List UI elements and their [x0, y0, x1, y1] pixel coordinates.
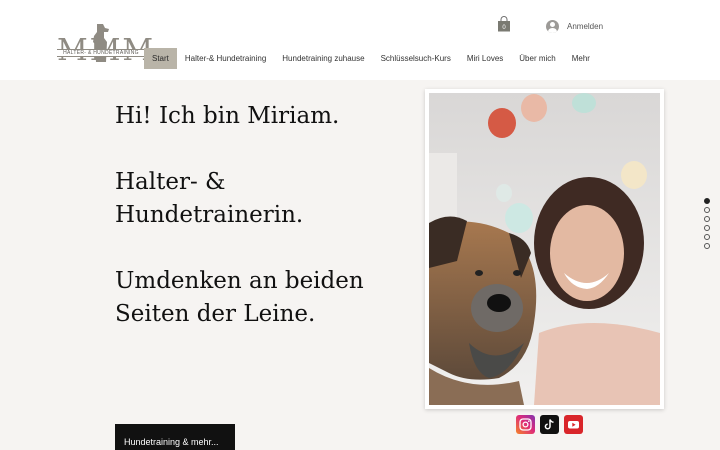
hero-photo-frame — [425, 89, 664, 409]
shopping-bag-icon[interactable]: 0 — [497, 16, 511, 32]
avatar-icon — [546, 19, 559, 33]
social-links — [516, 415, 583, 434]
slide-dot[interactable] — [704, 198, 710, 204]
hero-heading: Hi! Ich bin Miriam. Halter- & Hundetrain… — [115, 100, 405, 364]
site-header: MMM HALTER- & HUNDETRAINING 0 Anmelden S… — [0, 0, 720, 80]
hero-photo — [429, 93, 660, 405]
nav-item-schluesselsuch-kurs[interactable]: Schlüsselsuch-Kurs — [373, 48, 459, 69]
nav-item-mehr[interactable]: Mehr — [564, 48, 598, 69]
slide-dot[interactable] — [704, 207, 710, 213]
nav-item-ueber-mich[interactable]: Über mich — [511, 48, 563, 69]
nav-item-miri-loves[interactable]: Miri Loves — [459, 48, 511, 69]
login-label: Anmelden — [567, 21, 604, 31]
instagram-icon[interactable] — [516, 415, 535, 434]
youtube-icon[interactable] — [564, 415, 583, 434]
logo-band-text: HALTER- & HUNDETRAINING — [57, 49, 145, 57]
tiktok-icon[interactable] — [540, 415, 559, 434]
slide-dot[interactable] — [704, 234, 710, 240]
slide-dot[interactable] — [704, 225, 710, 231]
nav-item-halter-hundetraining[interactable]: Halter-& Hundetraining — [177, 48, 274, 69]
hero-line-tagline: Umdenken an beiden Seiten der Leine. — [115, 268, 364, 327]
slide-dot[interactable] — [704, 216, 710, 222]
slide-dot[interactable] — [704, 243, 710, 249]
nav-item-hundetraining-zuhause[interactable]: Hundetraining zuhause — [274, 48, 372, 69]
logo[interactable]: MMM HALTER- & HUNDETRAINING — [57, 22, 153, 70]
main-nav: Start Halter-& Hundetraining Hundetraini… — [144, 48, 598, 69]
login-button[interactable]: Anmelden — [546, 18, 603, 34]
nav-item-start[interactable]: Start — [144, 48, 177, 69]
hero-line-greeting: Hi! Ich bin Miriam. — [115, 103, 340, 129]
hero-line-role: Halter- & Hundetrainerin. — [115, 169, 304, 228]
slide-dots — [704, 198, 710, 249]
cta-button[interactable]: Hundetraining & mehr... — [115, 424, 235, 450]
